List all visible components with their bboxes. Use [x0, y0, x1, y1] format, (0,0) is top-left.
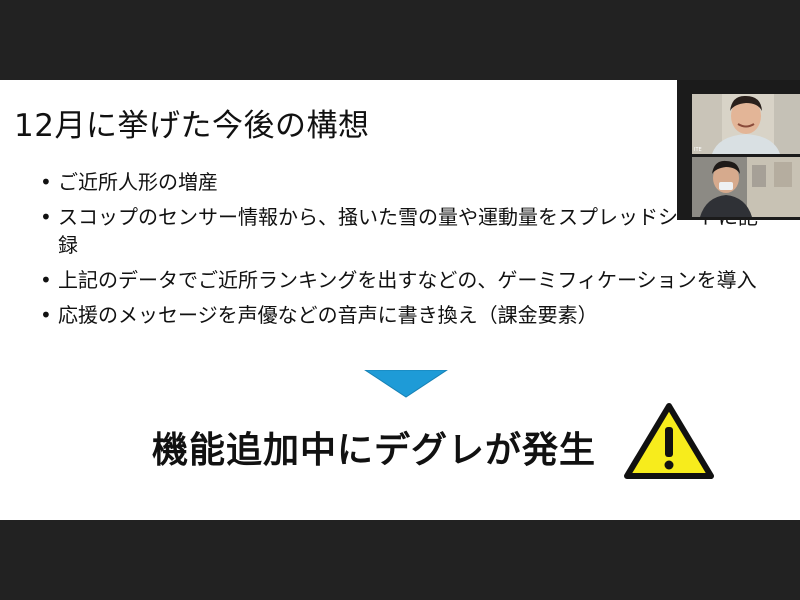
bullet-item: スコップのセンサー情報から、掻いた雪の量や運動量をスプレッドシートに記録: [38, 203, 768, 259]
participant-video-tile[interactable]: [692, 157, 800, 217]
screen-share-frame: 12月に挙げた今後の構想 ご近所人形の増産 スコップのセンサー情報から、掻いた雪…: [0, 0, 800, 600]
person-video-icon: [692, 157, 800, 217]
conclusion-text: 機能追加中にデグレが発生: [152, 430, 597, 471]
bullet-item: 上記のデータでご近所ランキングを出すなどの、ゲーミフィケーションを導入: [38, 266, 768, 294]
bullet-item: ご近所人形の増産: [38, 168, 768, 196]
person-video-icon: [692, 94, 800, 154]
slide-title: 12月に挙げた今後の構想: [14, 108, 370, 144]
bullet-list: ご近所人形の増産 スコップのセンサー情報から、掻いた雪の量や運動量をスプレッドシ…: [38, 168, 768, 336]
participant-name: ITE: [694, 147, 702, 153]
warning-icon: [624, 403, 714, 479]
bullet-item: 応援のメッセージを声優などの音声に書き換え（課金要素）: [38, 301, 768, 329]
participant-video-tile[interactable]: ITE: [692, 94, 800, 154]
down-arrow-icon: [364, 370, 448, 398]
participant-video-panel: ITE: [677, 80, 800, 220]
